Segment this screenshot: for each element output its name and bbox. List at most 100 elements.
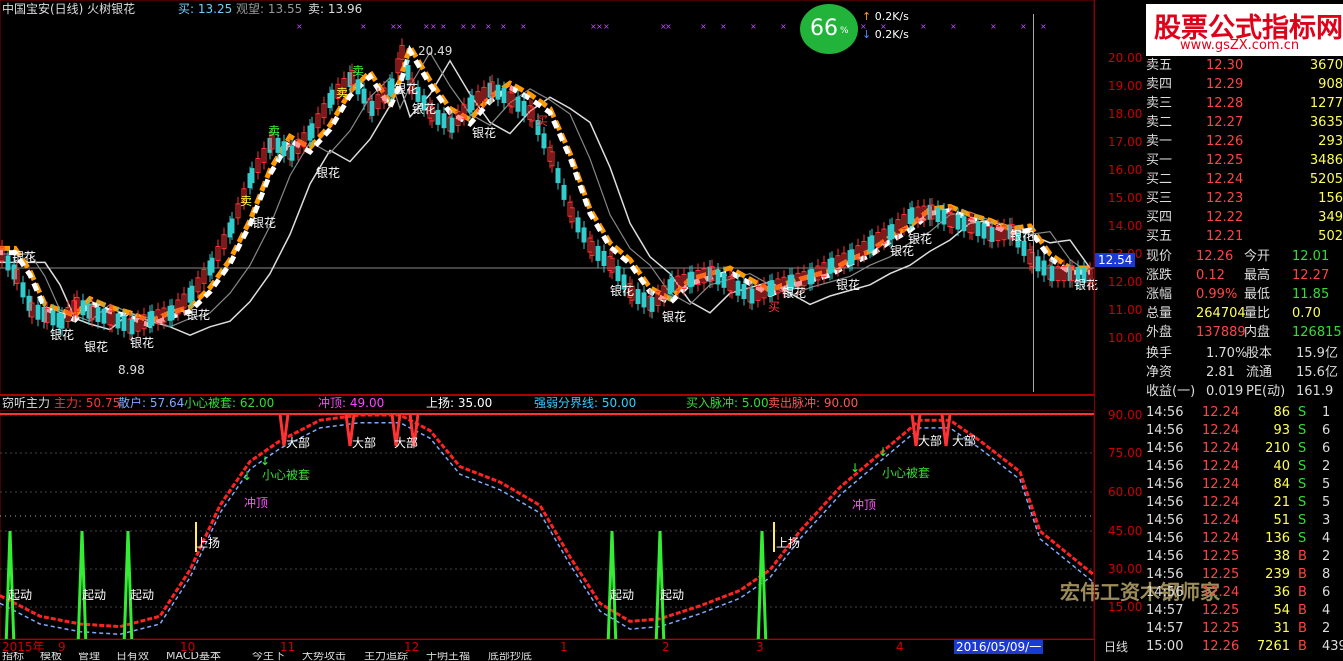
yinhua-label: 银花 [472,126,497,140]
candle-body [981,223,987,239]
tick-volume: 210 [1265,441,1290,456]
candle-body [515,96,521,112]
bottom-tab[interactable]: 管理 [78,652,100,661]
candle-body [209,257,215,273]
quote-volume: 502 [1318,229,1343,244]
top-label: 大部 [286,436,311,450]
price-chart[interactable]: ×××××××××××××××××××××××××××××× [0,0,1094,400]
candle-body [441,113,447,129]
candle-body [721,272,727,288]
candle-body [449,117,455,133]
tick-count: 439 [1322,639,1343,654]
crosshair-line [1033,14,1034,392]
candle-body [615,266,621,282]
quote-table: 股票公式指标网 www.gsZX.com.cn 卖五 12.30 3670 卖四 12.… [1146,0,1343,661]
current-price-tag: 12.54 [1095,253,1136,267]
yinhua-label: 银花 [890,244,915,258]
bottom-tab[interactable]: 底部抄底 [488,652,532,661]
yinhua-label: 银花 [412,102,437,116]
indicator-tick-label: 90.00 [1108,408,1143,422]
tick-side: S [1298,459,1307,474]
top-marker: × [500,22,507,31]
tick-price: 12.24 [1202,585,1240,600]
candle-body [129,319,135,335]
quote-level-label: 卖四 [1146,77,1173,92]
tick-row: 14:56 12.24 84 S 5 [1146,476,1343,494]
legend-item: 卖出脉冲: 90.00 [768,396,859,410]
ask-row: 卖一 12.26 293 [1146,133,1343,151]
legend-item: 主力: 50.75 [54,396,121,410]
tick-count: 1 [1322,405,1331,420]
tick-side: S [1298,405,1307,420]
up-arrow-icon: ↑ [862,10,872,23]
candle-body [955,214,961,230]
candle-body [369,100,375,116]
bid-row: 买四 12.22 349 [1146,209,1343,227]
tick-side: B [1298,585,1307,600]
stat-value: 0.70 [1292,306,1321,321]
top-marker: × [485,22,492,31]
candle-body [80,300,86,316]
finance-label: 流通 [1246,365,1273,380]
candle-body [115,313,121,329]
quote-level-label: 买二 [1146,172,1173,187]
candle-body [501,88,507,104]
tick-side: S [1298,477,1307,492]
tick-row: 14:56 12.24 51 S 3 [1146,512,1343,530]
stat-value: 0.12 [1196,268,1225,283]
tick-count: 2 [1322,459,1331,474]
finance-value: 0.019 [1206,384,1244,399]
top-marker: × [430,22,437,31]
candle-body [735,280,741,296]
network-badge[interactable]: 66 % [800,4,858,54]
yinhua-label: 银花 [610,284,635,298]
candle-body [561,184,567,200]
top-marker: × [423,22,430,31]
bottom-tab[interactable]: 于明王福 [426,652,470,661]
candle-body [5,255,11,271]
quote-price: 12.24 [1206,172,1244,187]
ma-mid-line [0,51,1091,328]
bottom-tab[interactable]: 今生下 [252,652,285,661]
candle-body [121,315,127,331]
percent-value: 66 [810,16,838,41]
period-label: 日线 [1104,640,1129,654]
bottom-tab[interactable]: 主力追踪 [364,652,408,661]
quote-price: 12.30 [1206,58,1244,73]
tick-volume: 51 [1273,513,1290,528]
tick-row: 14:56 12.24 86 S 1 [1146,404,1343,422]
ask-row: 卖四 12.29 908 [1146,76,1343,94]
tick-price: 12.24 [1202,477,1240,492]
tick-row: 14:56 12.24 136 S 4 [1146,530,1343,548]
tick-time: 14:56 [1146,459,1184,474]
top-label: 大部 [352,436,377,450]
stat-row: 总量 264704 量比 0.70 [1146,305,1343,323]
site-banner[interactable]: 股票公式指标网 www.gsZX.com.cn [1146,4,1343,56]
bottom-tab[interactable]: 模板 [40,652,62,661]
down-speed: 0.2K/s [874,28,909,41]
candle-body [355,79,361,95]
kline-chart-area[interactable]: 中国宝安(日线) 火树银花 买: 13.25 观望: 13.55 卖: 13.9… [0,0,1220,661]
bottom-tab-bar: 指标 模板 管理 日有效 MACD基本 今生下 大势攻击 主力追踪 于明王福 底部抄底 [0,652,1094,661]
candle-body [1021,240,1027,256]
tick-side: S [1298,495,1307,510]
top-label: 大部 [918,434,943,448]
bottom-tab[interactable]: 大势攻击 [302,652,346,661]
tick-row: 14:57 12.25 54 B 4 [1146,602,1343,620]
indicator-tick-label: 30.00 [1108,562,1143,576]
tick-volume: 93 [1273,423,1290,438]
sell-signal-label: 卖 [240,194,253,208]
buy-pulse-line [4,531,768,640]
finance-value: 15.9亿 [1296,346,1338,361]
quote-price: 12.22 [1206,210,1244,225]
top-label: 大部 [952,434,977,448]
bottom-tab[interactable]: 指标 [2,652,24,661]
bottom-tab[interactable]: 日有效 [116,652,149,661]
ask-row: 卖二 12.27 3635 [1146,114,1343,132]
candle-body [309,123,315,139]
finance-row: 换手 1.70% 股本 15.9亿 [1146,345,1343,363]
yinhua-label: 银花 [12,250,37,264]
yinhua-label: 银花 [84,340,109,354]
legend-item: 买入脉冲: 5.00 [686,396,769,410]
bottom-tab[interactable]: MACD基本 [166,652,221,661]
